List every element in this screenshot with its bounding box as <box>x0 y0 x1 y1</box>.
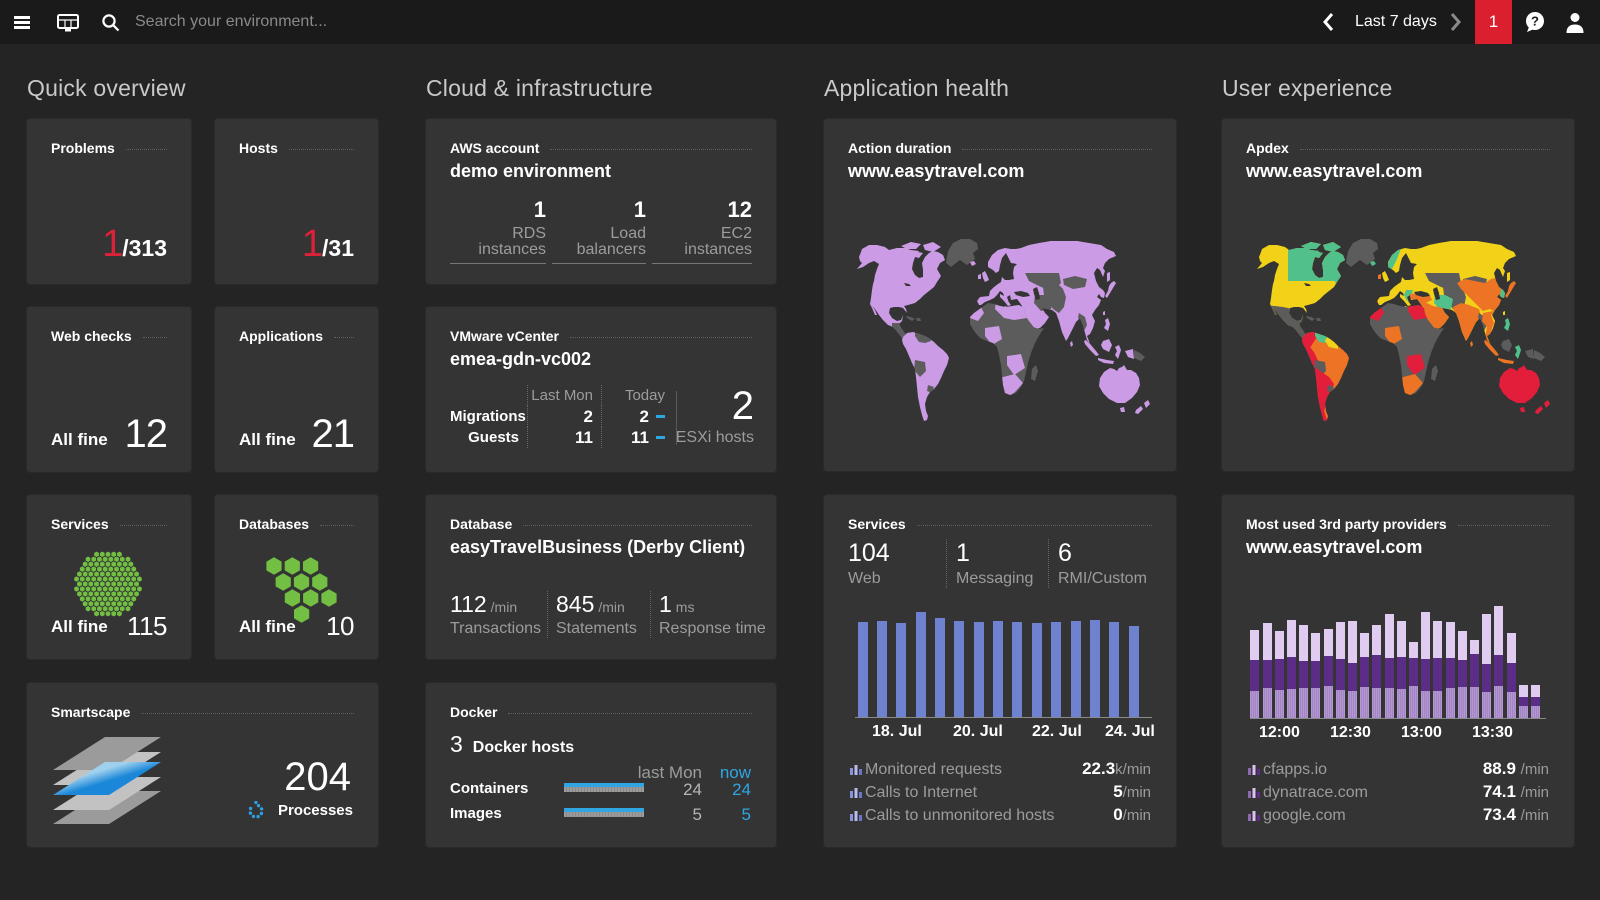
svg-text:?: ? <box>1531 14 1539 29</box>
